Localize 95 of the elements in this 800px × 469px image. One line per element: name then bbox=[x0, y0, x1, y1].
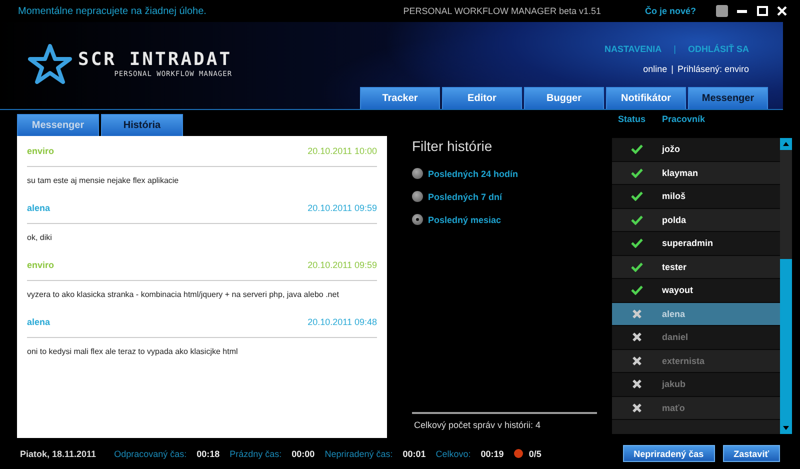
user-row[interactable]: superadmin bbox=[612, 232, 780, 256]
current-date: Piatok, 18.11.2011 bbox=[20, 448, 96, 458]
user-name: maťo bbox=[662, 402, 685, 413]
logo-title: SCR INTRADAT bbox=[78, 50, 232, 70]
check-icon bbox=[631, 168, 643, 178]
message-text: ok, diki bbox=[27, 232, 53, 244]
radio-button[interactable] bbox=[412, 191, 423, 202]
radio-button[interactable] bbox=[412, 168, 423, 179]
footer-button[interactable]: Zastaviť bbox=[722, 445, 780, 462]
tomato-count: 0/5 bbox=[528, 448, 542, 458]
user-name: daniel bbox=[662, 332, 688, 342]
scroll-up-icon[interactable] bbox=[780, 138, 792, 150]
cross-icon bbox=[632, 356, 642, 366]
stat-label: Celkovo: bbox=[436, 448, 471, 458]
user-name: klayman bbox=[662, 168, 698, 178]
cross-icon bbox=[632, 332, 642, 342]
stat-value: 00:19 bbox=[480, 448, 504, 458]
message-author: enviro bbox=[27, 146, 54, 156]
link-separator: | bbox=[674, 44, 676, 54]
message-text: oni to kedysi mali flex ale teraz to vypada ako klasicjke html bbox=[27, 346, 239, 358]
star-logo-icon bbox=[28, 44, 72, 84]
message-time: 20.10.2011 09:48 bbox=[308, 317, 377, 327]
stat-value: 00:18 bbox=[196, 448, 220, 458]
message-time: 20.10.2011 09:59 bbox=[308, 260, 377, 270]
filter-option[interactable]: Posledných 7 dní bbox=[412, 185, 597, 208]
message-text: vyzera to ako klasicka stranka - kombinacia html/jquery + na serveri php, java alebo .net bbox=[27, 288, 340, 301]
nav-tab[interactable]: Tracker bbox=[360, 87, 440, 109]
stat-value: 00:00 bbox=[292, 448, 315, 458]
user-row[interactable]: polda bbox=[612, 208, 780, 232]
scroll-down-icon[interactable] bbox=[780, 422, 792, 434]
header-link[interactable]: NASTAVENIA bbox=[604, 44, 662, 54]
check-icon bbox=[631, 285, 643, 296]
message-text: su tam este aj mensie nejake flex aplikacie bbox=[27, 174, 180, 187]
filter-option[interactable]: Posledných 24 hodín bbox=[412, 162, 597, 185]
check-icon bbox=[631, 144, 643, 154]
column-header: Pracovník bbox=[661, 114, 706, 124]
scroll-thumb[interactable] bbox=[780, 258, 792, 422]
radio-button[interactable] bbox=[412, 214, 423, 225]
column-header: Status bbox=[617, 114, 647, 124]
user-row[interactable]: klayman bbox=[612, 162, 780, 185]
nav-tab[interactable]: Notifikátor bbox=[606, 87, 686, 109]
sub-tab[interactable]: Messenger bbox=[17, 114, 99, 136]
user-name: jakub bbox=[662, 379, 686, 390]
close-icon[interactable] bbox=[777, 6, 787, 16]
stat-label: Nepriradený čas: bbox=[324, 448, 393, 458]
user-name: tester bbox=[662, 262, 687, 272]
logged-in-user: Prihlásený: enviro bbox=[677, 64, 749, 74]
cross-icon bbox=[632, 402, 642, 413]
user-row[interactable]: wayout bbox=[612, 279, 780, 302]
maximize-icon[interactable] bbox=[756, 6, 768, 16]
whats-new-link[interactable]: Čo je nové? bbox=[644, 6, 696, 16]
user-name: externista bbox=[662, 356, 705, 366]
footer-button[interactable]: Nepriradený čas bbox=[622, 445, 715, 462]
user-name: polda bbox=[662, 214, 686, 225]
history-total: Celkový počet správ v histórii: 4 bbox=[412, 412, 597, 438]
minimize-icon[interactable] bbox=[737, 10, 747, 12]
cross-icon bbox=[632, 379, 642, 390]
message-time: 20.10.2011 09:59 bbox=[308, 203, 377, 213]
header-link[interactable]: ODHLÁSIŤ SA bbox=[688, 44, 749, 54]
check-icon bbox=[631, 214, 643, 225]
user-name: miloš bbox=[662, 191, 686, 202]
message-author: alena bbox=[27, 317, 50, 327]
message-author: enviro bbox=[27, 260, 54, 270]
check-icon bbox=[631, 262, 643, 272]
user-row[interactable]: tester bbox=[612, 256, 780, 279]
nav-tab[interactable]: Messenger bbox=[688, 87, 768, 109]
message-author: alena bbox=[27, 203, 50, 213]
user-row[interactable]: daniel bbox=[612, 326, 780, 350]
status-message: Momentálne nepracujete na žiadnej úlohe. bbox=[18, 6, 208, 16]
tomato-icon bbox=[514, 449, 523, 458]
cross-icon bbox=[632, 308, 642, 319]
message-time: 20.10.2011 10:00 bbox=[308, 146, 377, 156]
stat-label: Odpracovaný čas: bbox=[114, 448, 187, 458]
user-name: jožo bbox=[662, 144, 680, 154]
user-row[interactable]: jožo bbox=[612, 138, 780, 162]
user-name: alena bbox=[662, 308, 686, 319]
user-name: superadmin bbox=[662, 238, 714, 248]
stat-label: Prázdny čas: bbox=[230, 448, 282, 458]
user-row[interactable]: miloš bbox=[612, 185, 780, 208]
check-icon bbox=[631, 238, 643, 248]
nav-tab[interactable]: Editor bbox=[442, 87, 522, 109]
user-row[interactable]: jakub bbox=[612, 373, 780, 396]
nav-tab[interactable]: Bugger bbox=[524, 87, 604, 109]
presence-status: online bbox=[643, 64, 668, 74]
check-icon bbox=[631, 191, 643, 202]
user-row[interactable]: alena bbox=[612, 302, 780, 326]
filter-title: Filter histórie bbox=[412, 138, 494, 154]
user-row[interactable]: externista bbox=[612, 350, 780, 373]
sub-tab[interactable]: História bbox=[101, 114, 183, 136]
filter-option[interactable]: Posledný mesiac bbox=[412, 208, 597, 231]
stat-value: 00:01 bbox=[402, 448, 426, 458]
user-row[interactable]: maťo bbox=[612, 396, 780, 420]
user-name: wayout bbox=[662, 285, 694, 296]
presence-separator: | bbox=[671, 64, 674, 74]
app-title: PERSONAL WORKFLOW MANAGER beta v1.51 bbox=[403, 6, 601, 16]
